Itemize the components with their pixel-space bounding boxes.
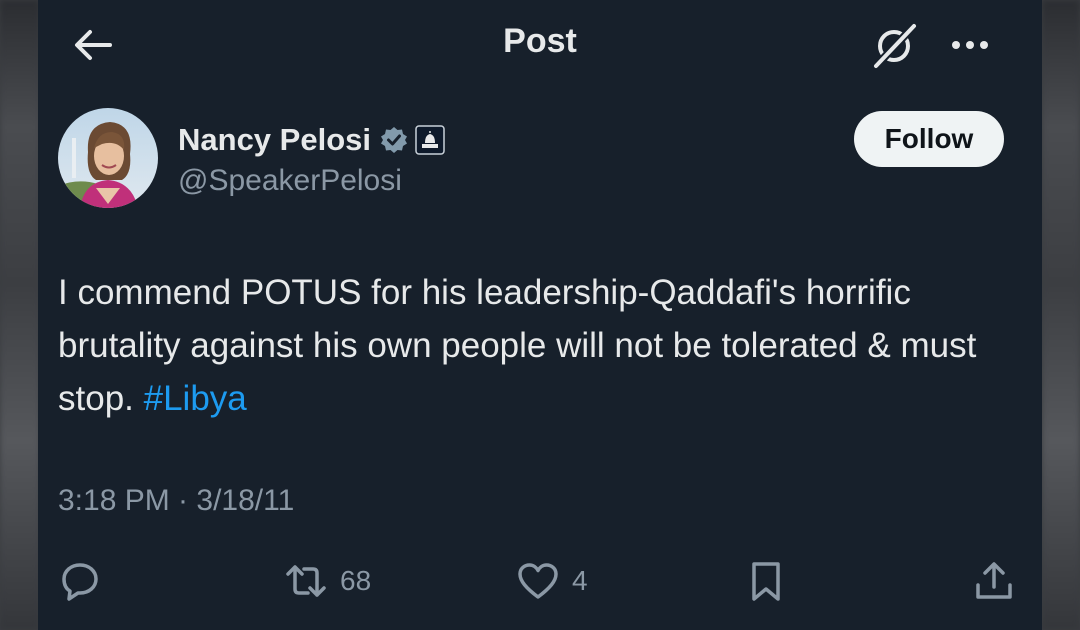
- post-timestamp[interactable]: 3:18 PM · 3/18/11: [58, 484, 294, 518]
- action-bar: 68 4: [38, 556, 1042, 606]
- repost-icon: [286, 565, 326, 597]
- reply-icon: [62, 563, 98, 601]
- blurred-right-edge: [1042, 0, 1080, 630]
- like-button[interactable]: 4: [516, 556, 588, 606]
- name-row: Nancy Pelosi: [178, 122, 445, 158]
- more-options-button[interactable]: [942, 20, 998, 70]
- author-handle[interactable]: @SpeakerPelosi: [178, 164, 402, 198]
- repost-count: 68: [340, 565, 372, 596]
- like-count: 4: [572, 565, 588, 596]
- profile-photo-image: [58, 108, 158, 208]
- share-button[interactable]: [972, 556, 1016, 606]
- verified-badge-icon[interactable]: [379, 125, 409, 155]
- top-bar: Post: [38, 0, 1042, 90]
- follow-button[interactable]: Follow: [854, 111, 1004, 167]
- bookmark-icon: [752, 562, 780, 601]
- hashtag-link[interactable]: #Libya: [144, 379, 247, 418]
- capitol-badge-icon[interactable]: [415, 125, 445, 155]
- tweet-text: I commend POTUS for his leadership-Qadda…: [58, 266, 1023, 425]
- more-dots-icon: [952, 41, 988, 49]
- grok-icon: [874, 24, 916, 68]
- grok-button[interactable]: [870, 20, 920, 70]
- reply-button[interactable]: [58, 556, 102, 606]
- post-screen: Post Nancy Pelosi @SpeakerPelosi Follow …: [38, 0, 1042, 630]
- repost-button[interactable]: 68: [284, 556, 371, 606]
- author-row: Nancy Pelosi @SpeakerPelosi Follow: [38, 108, 1042, 218]
- author-name[interactable]: Nancy Pelosi: [178, 122, 371, 158]
- share-icon: [976, 562, 1012, 599]
- avatar[interactable]: [58, 108, 158, 208]
- bookmark-button[interactable]: [744, 556, 788, 606]
- heart-icon: [518, 563, 558, 599]
- blurred-left-edge: [0, 0, 40, 630]
